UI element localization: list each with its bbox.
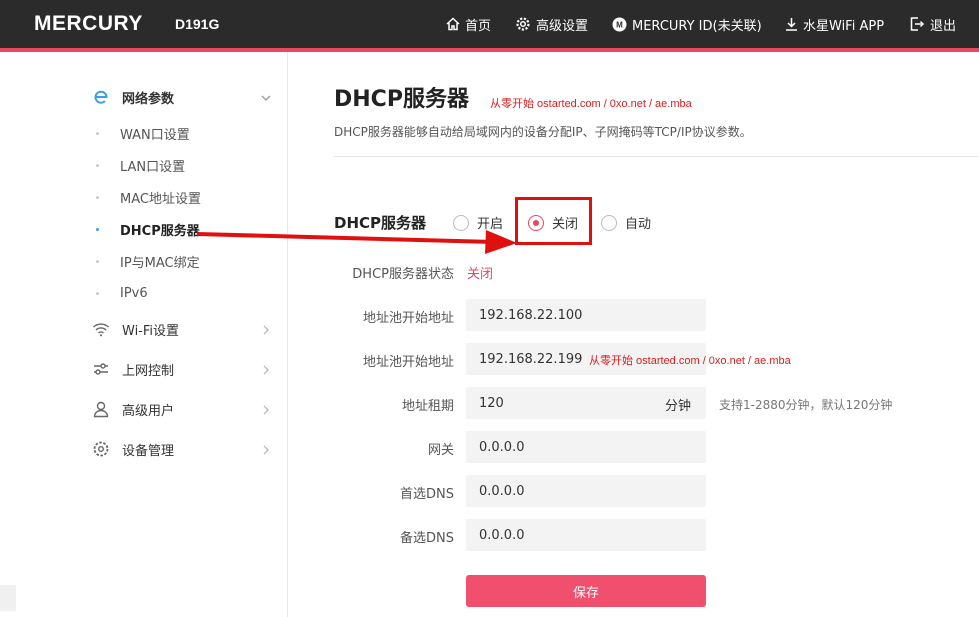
page-title: DHCP服务器: [334, 87, 469, 112]
pool-start-value: 192.168.22.100: [479, 307, 583, 323]
user-icon: [93, 401, 109, 418]
status-value: 关闭: [467, 267, 494, 282]
lease-time-hint: 支持1-2880分钟，默认120分钟: [719, 398, 893, 412]
sidebar-group-advanced-user[interactable]: 高级用户: [92, 398, 174, 420]
radio-enable-label: 开启: [477, 217, 504, 232]
chevron-right-icon[interactable]: [260, 404, 272, 416]
nav-wifi-app[interactable]: 水星WiFi APP: [785, 0, 884, 48]
nav-advanced-settings[interactable]: 高级设置: [515, 0, 588, 48]
lease-time-label: 地址租期: [401, 399, 454, 414]
wifi-icon: [93, 323, 109, 337]
pool-start-label: 地址池开始地址: [362, 311, 454, 326]
sidebar-group-device-management-label: 设备管理: [122, 443, 175, 459]
sidebar-item-label: MAC地址设置: [120, 191, 201, 207]
radio-auto-label: 自动: [625, 217, 652, 232]
sidebar-item-ipv6[interactable]: IPv6: [96, 283, 148, 303]
chevron-right-icon[interactable]: [260, 364, 272, 376]
nav-home[interactable]: 首页: [446, 0, 491, 48]
nav-logout[interactable]: 退出: [910, 0, 956, 48]
radio-auto[interactable]: 自动: [601, 213, 651, 232]
svg-text:M: M: [616, 20, 623, 29]
nav-mercury-id-label: MERCURY ID(未关联): [632, 18, 762, 34]
secondary-dns-input[interactable]: 0.0.0.0: [466, 519, 706, 551]
sidebar-item-label: IP与MAC绑定: [120, 255, 200, 271]
sidebar-item-label: IPv6: [120, 285, 148, 301]
sidebar-group-advanced-user-label: 高级用户: [122, 403, 175, 419]
sidebar-item-mac[interactable]: MAC地址设置: [96, 187, 201, 207]
home-icon: [446, 17, 460, 31]
mercury-id-icon: M: [612, 17, 627, 31]
pool-start-input[interactable]: 192.168.22.100: [466, 299, 706, 331]
sliders-icon: [94, 363, 108, 375]
sidebar-item-dhcp[interactable]: DHCP服务器: [96, 219, 200, 239]
secondary-dns-value: 0.0.0.0: [479, 527, 525, 543]
nav-home-label: 首页: [465, 18, 492, 34]
gateway-value: 0.0.0.0: [479, 439, 525, 455]
primary-dns-value: 0.0.0.0: [479, 483, 525, 499]
primary-dns-input[interactable]: 0.0.0.0: [466, 475, 706, 507]
nav-wifi-app-label: 水星WiFi APP: [803, 18, 885, 34]
device-model: D191G: [175, 16, 220, 32]
dhcp-server-label: DHCP服务器: [334, 214, 427, 232]
sidebar-item-lan[interactable]: LAN口设置: [96, 155, 185, 175]
radio-circle[interactable]: [453, 214, 469, 231]
network-e-icon: [94, 90, 108, 104]
sidebar-group-access-control[interactable]: 上网控制: [92, 358, 174, 380]
divider: [334, 156, 979, 157]
sidebar-item-label: LAN口设置: [120, 159, 186, 175]
gateway-input[interactable]: 0.0.0.0: [466, 431, 706, 463]
secondary-dns-label: 备选DNS: [400, 531, 454, 546]
sidebar-item-ip-mac-binding[interactable]: IP与MAC绑定: [96, 251, 200, 271]
chevron-right-icon[interactable]: [260, 444, 272, 456]
device-gear-icon: [93, 441, 109, 457]
sidebar-group-network[interactable]: 网络参数: [92, 86, 174, 108]
pool-end-value: 192.168.22.199: [479, 351, 583, 367]
sidebar-group-network-label: 网络参数: [122, 91, 175, 107]
brand-logo: MERCURY: [34, 12, 143, 35]
lease-time-unit: 分钟: [664, 399, 691, 414]
pool-end-label: 地址池开始地址: [362, 355, 454, 370]
sidebar-item-label: DHCP服务器: [120, 223, 200, 239]
sidebar-group-access-control-label: 上网控制: [122, 363, 175, 379]
chevron-right-icon[interactable]: [260, 324, 272, 336]
page-description: DHCP服务器能够自动给局域网内的设备分配IP、子网掩码等TCP/IP协议参数。: [334, 125, 752, 139]
watermark-text: 从零开始 ostarted.com / 0xo.net / ae.mba: [490, 98, 692, 110]
lease-time-value: 120: [479, 395, 504, 411]
logout-icon: [910, 17, 925, 31]
watermark-text: 从零开始 ostarted.com / 0xo.net / ae.mba: [589, 355, 791, 367]
lease-time-input[interactable]: 120 分钟: [466, 387, 706, 419]
gateway-label: 网关: [427, 443, 454, 458]
download-icon: [786, 18, 797, 31]
sidebar-group-device-management[interactable]: 设备管理: [92, 438, 174, 460]
chevron-down-icon[interactable]: [260, 92, 272, 104]
sidebar-group-wifi[interactable]: Wi-Fi设置: [92, 318, 179, 340]
radio-circle[interactable]: [601, 214, 617, 231]
left-edge-tab: [0, 585, 16, 611]
sidebar-item-wan[interactable]: WAN口设置: [96, 123, 190, 143]
save-button[interactable]: 保存: [466, 575, 706, 607]
sidebar-item-label: WAN口设置: [120, 127, 190, 143]
primary-dns-label: 首选DNS: [400, 487, 454, 502]
nav-advanced-label: 高级设置: [536, 18, 589, 34]
sidebar: 网络参数 WAN口设置 LAN口设置 MAC地址设置 DHCP服务器 IP与MA…: [0, 52, 288, 617]
sidebar-group-wifi-label: Wi-Fi设置: [122, 323, 180, 339]
top-header-bar: MERCURY D191G 首页 高级设置 M MERCURY ID(未关联) …: [0, 0, 979, 48]
radio-enable[interactable]: 开启: [453, 213, 503, 232]
status-label: DHCP服务器状态: [352, 267, 454, 282]
annotation-highlight-box: [515, 197, 592, 245]
gear-icon: [516, 17, 530, 31]
nav-logout-label: 退出: [930, 18, 957, 34]
nav-mercury-id[interactable]: M MERCURY ID(未关联): [612, 0, 762, 48]
